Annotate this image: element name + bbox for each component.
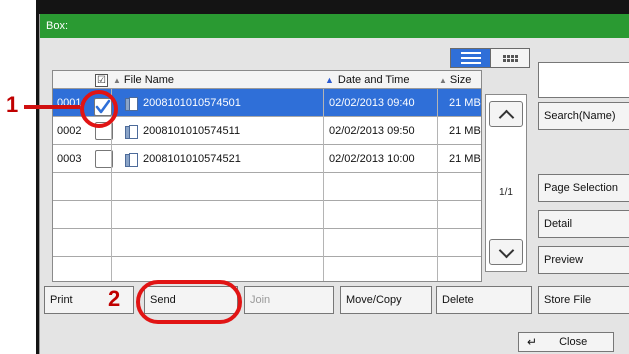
delete-button[interactable]: Delete	[436, 286, 532, 314]
box-screen: Box: ☑ ▲ File Name ▲ Date and Time ▲ Size 0…	[39, 14, 629, 354]
page-selection-button[interactable]: Page Selection	[538, 174, 629, 202]
empty-row	[53, 173, 481, 201]
file-size: 21 MB	[449, 153, 481, 165]
close-label: Close	[559, 336, 588, 348]
print-button[interactable]: Print	[44, 286, 134, 314]
row-number: 0003	[57, 153, 82, 165]
move-copy-button[interactable]: Move/Copy	[340, 286, 432, 314]
select-all-checkbox[interactable]: ☑	[95, 74, 108, 87]
chevron-down-icon	[498, 242, 515, 259]
callout-leader-line	[24, 105, 80, 109]
file-date: 02/02/2013 09:50	[329, 125, 415, 137]
sort-arrow-icon: ▲	[325, 75, 334, 85]
column-divider	[323, 89, 324, 281]
detail-button[interactable]: Detail	[538, 210, 629, 238]
window-title: Box:	[40, 14, 629, 38]
row-number: 0001	[57, 97, 82, 109]
scroll-panel: 1/1	[485, 94, 527, 272]
join-button[interactable]: Join	[244, 286, 334, 314]
list-view-icon	[460, 52, 481, 64]
table-row[interactable]: 0003 2008101010574521 02/02/2013 10:00 2…	[53, 145, 481, 173]
file-name: 2008101010574501	[143, 97, 241, 109]
callout-ring-1	[80, 90, 118, 128]
sort-arrow-icon: ▲	[113, 76, 121, 85]
callout-number-1: 1	[6, 92, 19, 117]
callout-ring-2	[136, 280, 242, 324]
file-name: 2008101010574511	[143, 125, 241, 137]
thumbnail-view-button[interactable]	[490, 49, 529, 67]
file-size: 21 MB	[449, 97, 481, 109]
row-number: 0002	[57, 125, 82, 137]
file-size: 21 MB	[449, 125, 481, 137]
search-name-button[interactable]: Search(Name)	[538, 102, 629, 130]
scroll-down-button[interactable]	[489, 239, 523, 265]
file-date: 02/02/2013 09:40	[329, 97, 415, 109]
search-name-field[interactable]	[538, 62, 629, 98]
empty-row	[53, 201, 481, 229]
column-divider	[437, 89, 438, 281]
close-button[interactable]: ↵ Close	[518, 332, 614, 352]
empty-row	[53, 257, 481, 281]
preview-button[interactable]: Preview	[538, 246, 629, 274]
document-icon	[125, 125, 138, 139]
file-date: 02/02/2013 10:00	[329, 153, 415, 165]
enter-key-icon: ↵	[527, 335, 538, 349]
document-icon	[125, 153, 138, 167]
store-file-button[interactable]: Store File	[538, 286, 629, 314]
date-time-column-header[interactable]: ▲ Date and Time	[325, 71, 437, 89]
screen-bezel-top	[36, 0, 629, 14]
size-column-header[interactable]: ▲ Size	[439, 71, 481, 89]
sort-arrow-icon: ▲	[439, 76, 447, 85]
file-name-column-header[interactable]: ▲ File Name	[113, 71, 323, 89]
scroll-up-button[interactable]	[489, 101, 523, 127]
page-indicator: 1/1	[499, 187, 513, 198]
grid-view-icon	[502, 54, 518, 62]
chevron-up-icon	[498, 109, 515, 126]
file-name: 2008101010574521	[143, 153, 241, 165]
table-row[interactable]: 0002 2008101010574511 02/02/2013 09:50 2…	[53, 117, 481, 145]
document-icon	[125, 97, 138, 111]
table-header: ☑ ▲ File Name ▲ Date and Time ▲ Size	[53, 71, 481, 89]
list-view-button[interactable]	[451, 49, 490, 67]
empty-row	[53, 229, 481, 257]
view-toggle	[450, 48, 530, 68]
callout-number-2: 2	[108, 286, 121, 311]
